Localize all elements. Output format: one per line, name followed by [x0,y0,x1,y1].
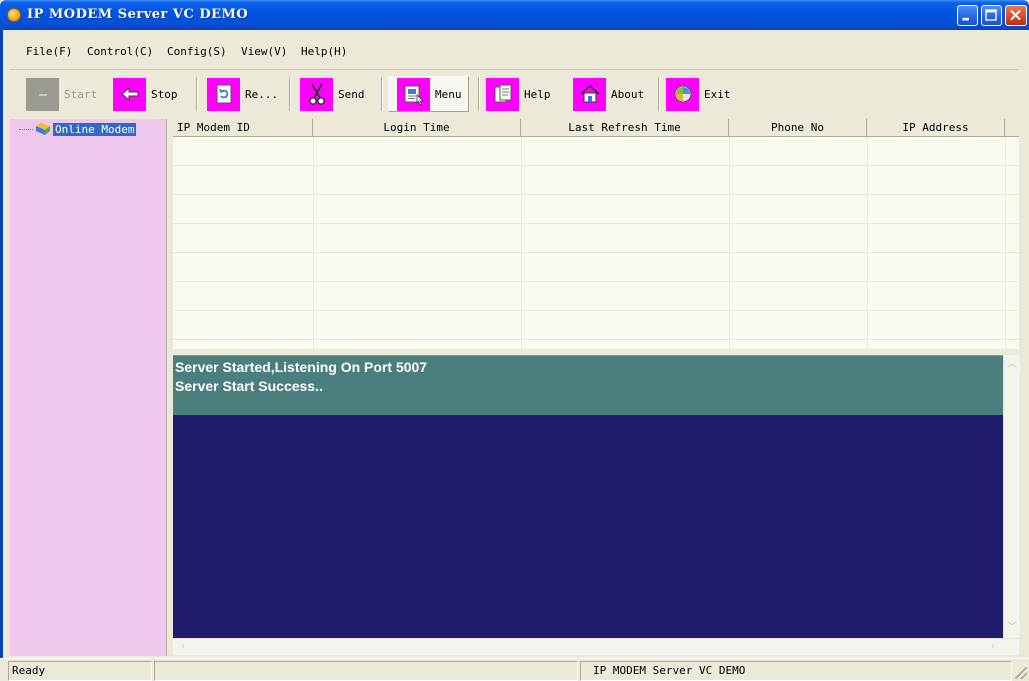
column-header-ip-modem-id[interactable]: IP Modem ID [173,119,313,137]
table-row[interactable] [173,137,1019,166]
toolbar-separator [289,77,291,111]
window-frame-right [1019,30,1029,658]
start-button[interactable]: Start [26,76,97,112]
window-frame-left [0,30,10,658]
table-row[interactable] [173,195,1019,224]
send-label: Send [338,87,365,101]
refresh-button[interactable]: Re... [207,76,278,112]
column-header-last-refresh-time[interactable]: Last Refresh Time [521,119,729,137]
about-button[interactable]: About [573,76,644,112]
home-icon [579,84,600,103]
table-row[interactable] [173,224,1019,253]
table-row[interactable] [173,311,1019,340]
stop-label: Stop [151,87,178,101]
about-label: About [611,87,645,101]
close-button[interactable] [1005,5,1027,26]
log-line: Server Started,Listening On Port 5007 [175,359,428,375]
title-bar[interactable]: IP MODEM Server VC DEMO [0,0,1029,30]
folder-icon [36,123,50,135]
refresh-icon [216,84,231,104]
table-row[interactable] [173,253,1019,282]
log-horizontal-scrollbar[interactable]: ‹ › [173,638,1019,655]
log-panel[interactable]: Server Started,Listening On Port 5007 Se… [173,355,1003,638]
menu-config[interactable]: Config(S) [167,45,227,58]
status-app-name: IP MODEM Server VC DEMO [580,661,1012,681]
start-label: Start [64,87,98,101]
grid-line [521,137,522,349]
grid-line [313,137,314,349]
toolbar: Start Stop Re... Send Menu Help About Ex… [10,71,1019,119]
maximize-icon [985,9,997,21]
menu-bar: File(F) Control(C) Config(S) View(V) Hel… [10,30,1019,70]
table-row[interactable] [173,282,1019,311]
status-bar: Ready IP MODEM Server VC DEMO [0,658,1029,681]
menu-file[interactable]: File(F) [26,45,72,58]
status-ready: Ready [8,661,152,681]
toolbar-separator [658,77,660,111]
status-middle [154,661,578,681]
menu-view[interactable]: View(V) [241,45,287,58]
menu-icon [404,85,424,105]
minimize-icon [962,17,969,21]
tree-panel: Online Modem [10,119,167,656]
tree-node-label: Online Modem [53,122,137,136]
minimize-button[interactable] [957,5,978,26]
stop-button[interactable]: Stop [113,76,178,112]
grid-line [867,137,868,349]
column-header-login-time[interactable]: Login Time [313,119,521,137]
table-row[interactable] [173,166,1019,195]
toolbar-separator [381,77,383,111]
column-header-phone-no[interactable]: Phone No [729,119,867,137]
log-vertical-scrollbar[interactable]: ︿ ﹀ [1003,355,1020,638]
window-title: IP MODEM Server VC DEMO [27,7,249,22]
maximize-button[interactable] [981,5,1002,26]
resize-grip-icon[interactable] [1015,667,1027,679]
exit-label: Exit [704,87,731,101]
help-icon [494,84,511,103]
send-button[interactable]: Send [300,76,365,112]
list-header: IP Modem ID Login Time Last Refresh Time… [173,119,1019,137]
modem-list[interactable]: IP Modem ID Login Time Last Refresh Time… [173,119,1019,349]
close-icon [1010,9,1021,21]
menu-help[interactable]: Help(H) [301,45,347,58]
tree-node-online-modem[interactable]: Online Modem [19,122,137,136]
grid-line [729,137,730,349]
column-header-ip-address[interactable]: IP Address [867,119,1005,137]
start-icon [38,94,47,96]
arrow-left-icon [120,86,138,102]
tree-connector [19,128,33,130]
menu-control[interactable]: Control(C) [87,45,153,58]
help-label: Help [524,87,551,101]
app-icon[interactable] [7,8,21,22]
help-button[interactable]: Help [486,76,551,112]
menu-label: Menu [435,87,462,101]
menu-button[interactable]: Menu [388,76,469,112]
toolbar-separator [478,77,480,111]
toolbar-separator [196,77,198,111]
refresh-label: Re... [245,87,279,101]
scroll-right-icon[interactable]: › [985,639,1001,655]
exit-icon [674,85,691,103]
log-line: Server Start Success.. [175,378,323,394]
grid-line [1005,137,1006,349]
exit-button[interactable]: Exit [666,76,731,112]
scroll-left-icon[interactable]: ‹ [175,639,191,655]
scroll-down-icon[interactable]: ﹀ [1004,620,1020,636]
scissors-icon [308,83,325,105]
scroll-up-icon[interactable]: ︿ [1004,357,1020,373]
